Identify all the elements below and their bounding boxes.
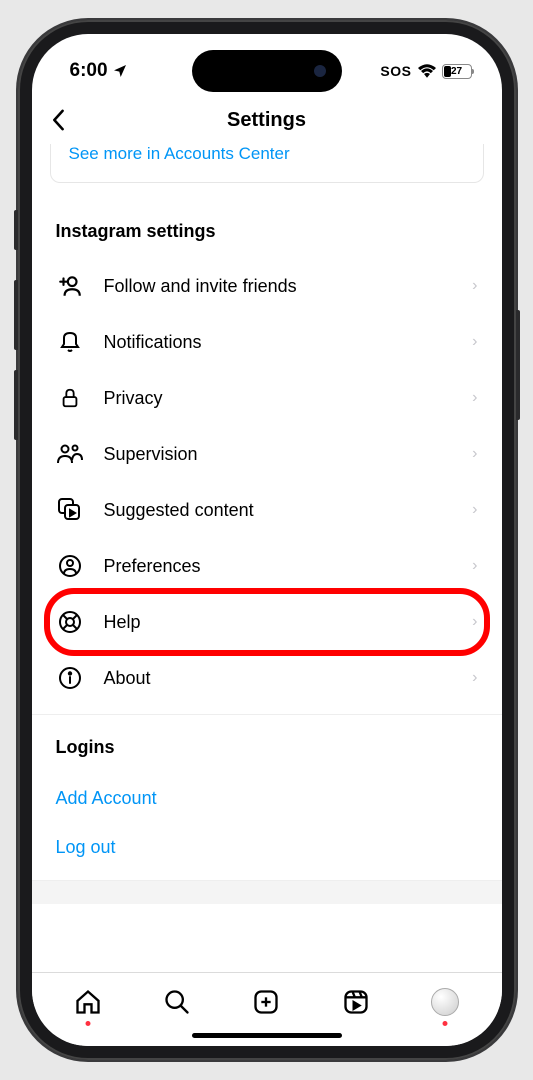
bell-icon — [56, 328, 84, 356]
chevron-right-icon: › — [472, 557, 477, 575]
chevron-right-icon: › — [472, 613, 477, 631]
row-label: Privacy — [104, 388, 473, 409]
avatar-icon — [431, 988, 459, 1016]
row-preferences[interactable]: Preferences › — [32, 538, 502, 594]
row-label: Follow and invite friends — [104, 276, 473, 297]
logout-link[interactable]: Log out — [32, 823, 502, 872]
nav-bar: Settings — [32, 96, 502, 144]
row-follow-invite[interactable]: Follow and invite friends › — [32, 258, 502, 314]
location-icon — [112, 63, 128, 79]
settings-content: See more in Accounts Center Instagram se… — [32, 144, 502, 972]
row-label: Notifications — [104, 332, 473, 353]
section-title-instagram: Instagram settings — [32, 191, 502, 258]
help-icon — [56, 608, 84, 636]
chevron-right-icon: › — [472, 445, 477, 463]
row-privacy[interactable]: Privacy › — [32, 370, 502, 426]
row-label: Help — [104, 612, 473, 633]
status-time: 6:00 — [70, 60, 108, 82]
add-account-link[interactable]: Add Account — [32, 774, 502, 823]
follow-invite-icon — [56, 272, 84, 300]
notification-dot — [86, 1021, 91, 1026]
dynamic-island — [192, 50, 342, 92]
chevron-right-icon: › — [472, 333, 477, 351]
page-title: Settings — [227, 109, 306, 132]
row-supervision[interactable]: Supervision › — [32, 426, 502, 482]
chevron-right-icon: › — [472, 501, 477, 519]
tab-reels[interactable] — [338, 984, 374, 1020]
row-label: Suggested content — [104, 500, 473, 521]
supervision-icon — [56, 440, 84, 468]
row-about[interactable]: About › — [32, 650, 502, 706]
row-label: Supervision — [104, 444, 473, 465]
notification-dot — [442, 1021, 447, 1026]
row-suggested[interactable]: Suggested content › — [32, 482, 502, 538]
row-notifications[interactable]: Notifications › — [32, 314, 502, 370]
section-title-logins: Logins — [32, 715, 502, 774]
accounts-center-link[interactable]: See more in Accounts Center — [50, 144, 484, 183]
lock-icon — [56, 384, 84, 412]
tab-home[interactable] — [70, 984, 106, 1020]
home-indicator — [192, 1033, 342, 1038]
back-button[interactable] — [50, 109, 66, 131]
tab-create[interactable] — [248, 984, 284, 1020]
battery-icon: 27 — [442, 64, 472, 79]
sos-indicator: SOS — [380, 63, 411, 79]
preferences-icon — [56, 552, 84, 580]
tab-search[interactable] — [159, 984, 195, 1020]
accounts-center-link-label: See more in Accounts Center — [69, 144, 290, 163]
row-help[interactable]: Help › — [32, 594, 502, 650]
row-label: Preferences — [104, 556, 473, 577]
chevron-right-icon: › — [472, 389, 477, 407]
row-label: About — [104, 668, 473, 689]
suggested-icon — [56, 496, 84, 524]
about-icon — [56, 664, 84, 692]
wifi-icon — [418, 64, 436, 78]
chevron-right-icon: › — [472, 669, 477, 687]
chevron-right-icon: › — [472, 277, 477, 295]
tab-profile[interactable] — [427, 984, 463, 1020]
